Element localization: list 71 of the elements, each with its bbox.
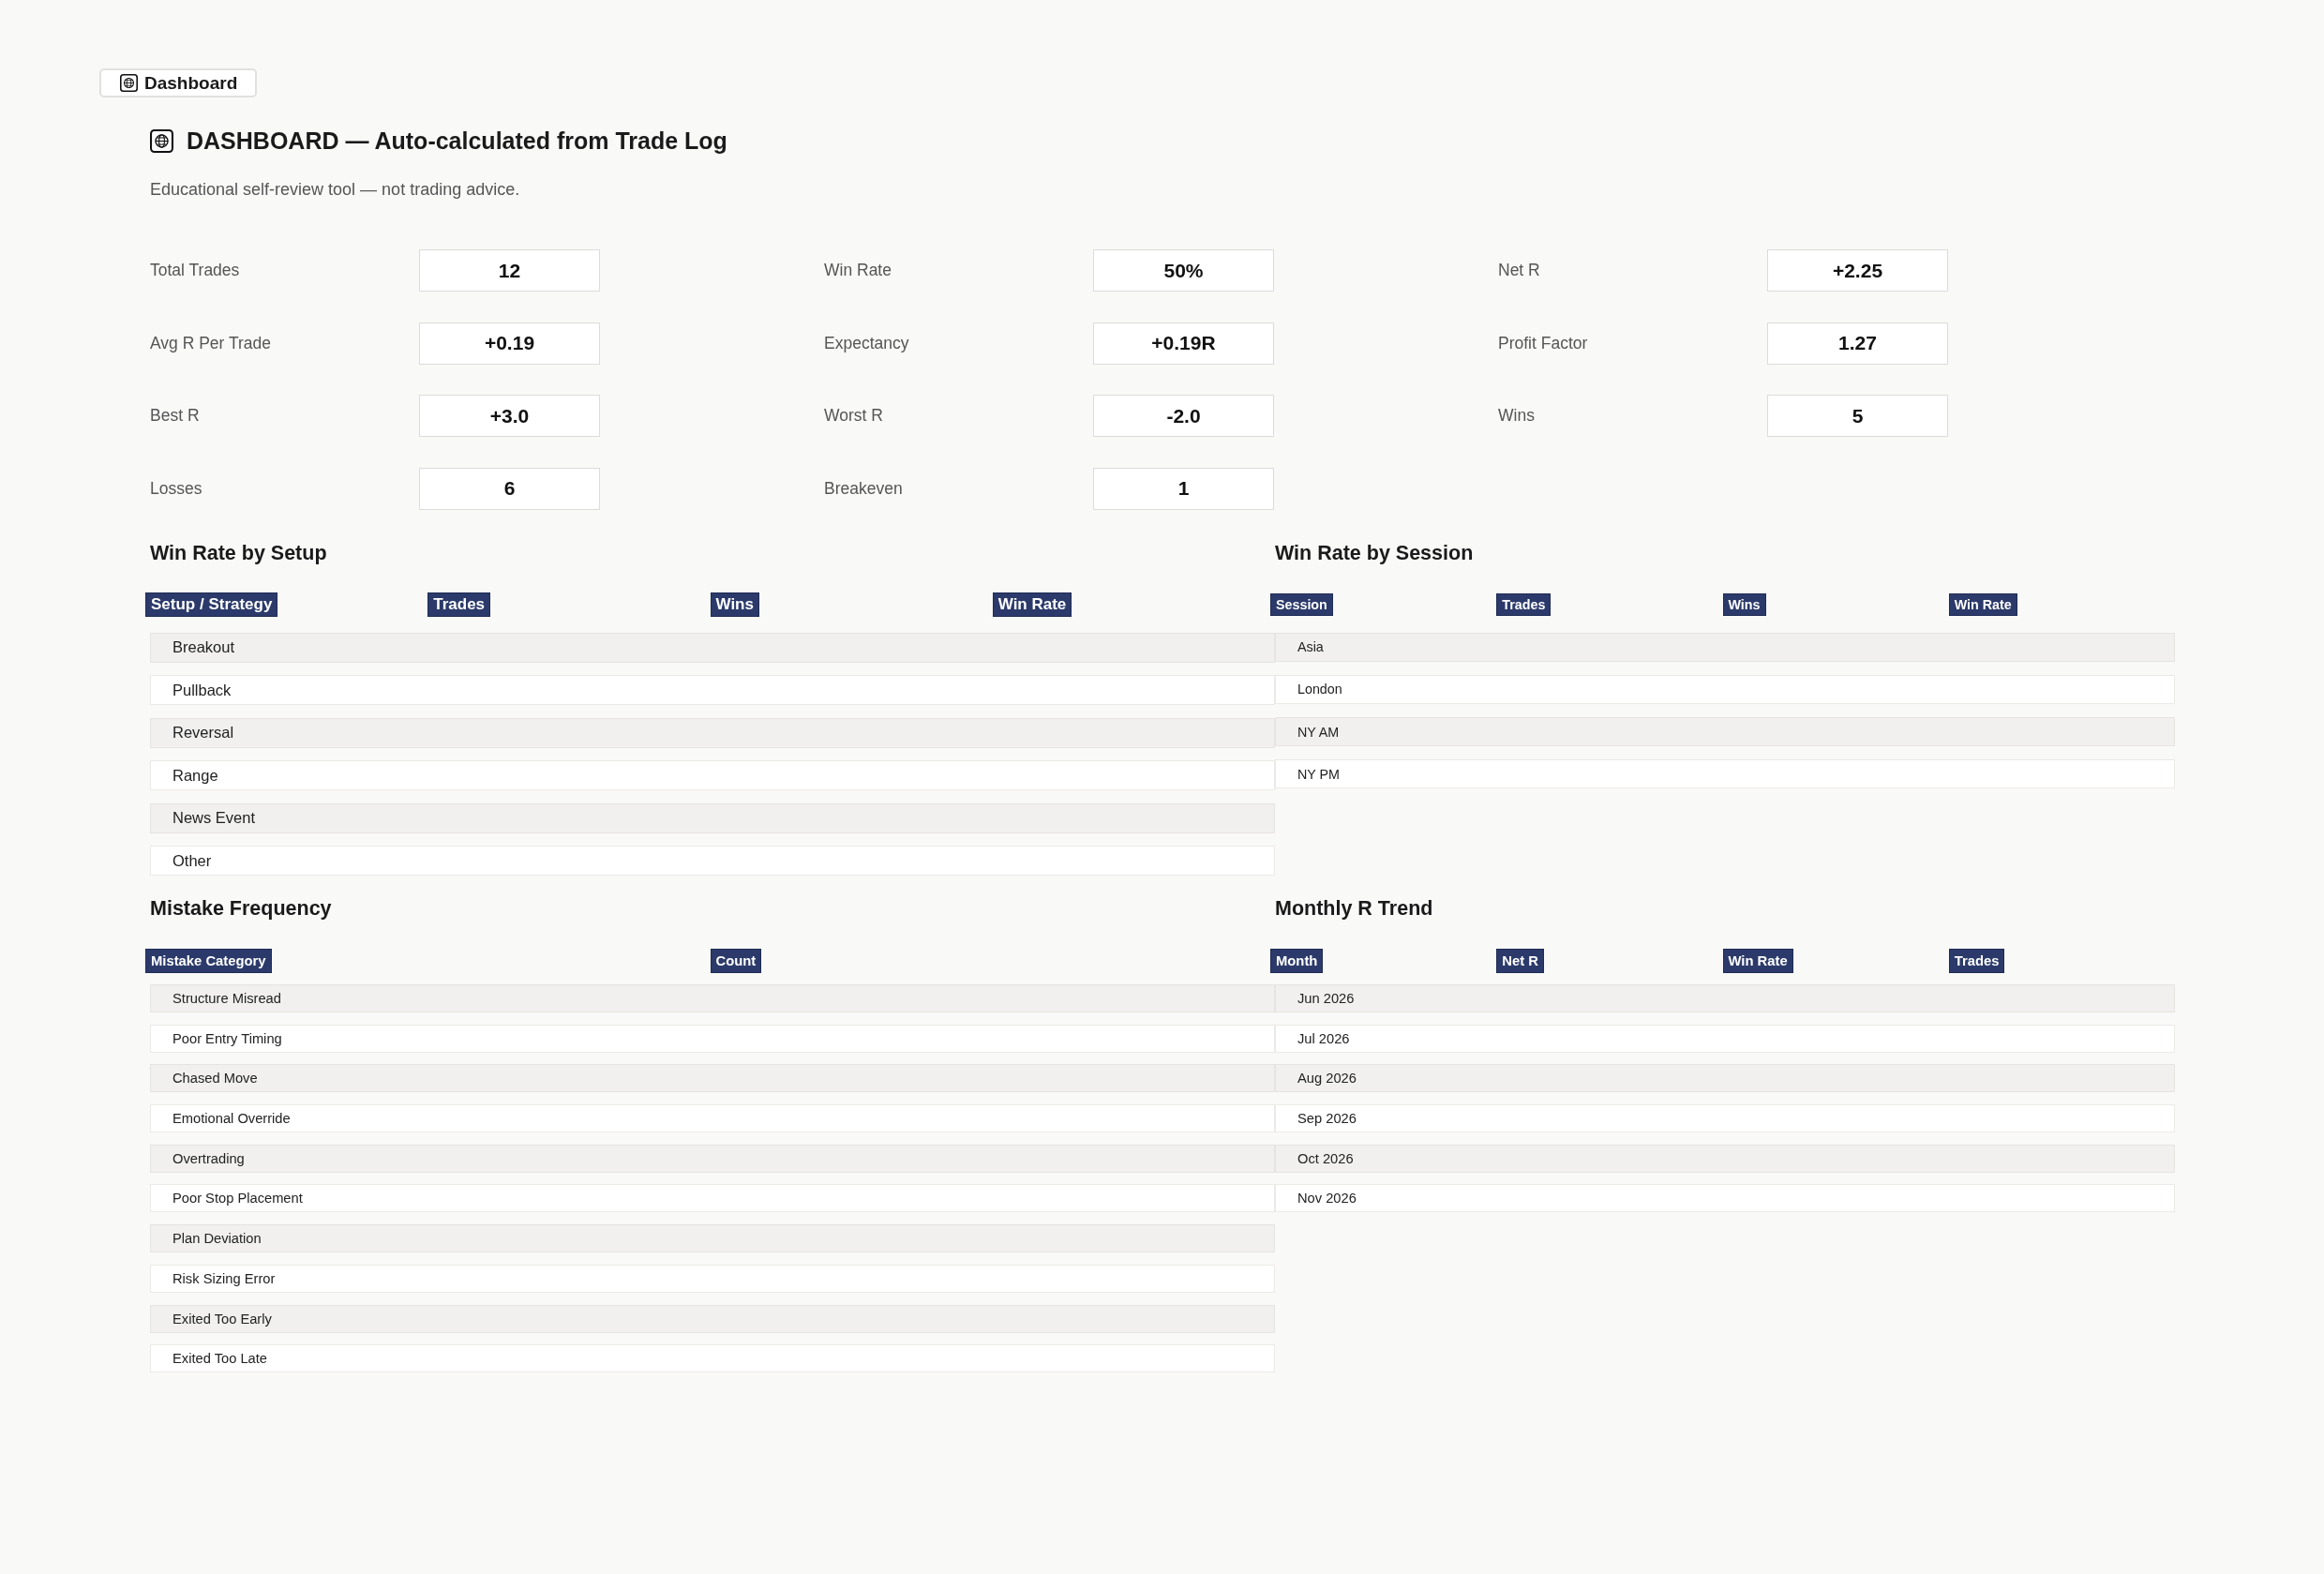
stat-label: Win Rate <box>824 261 892 280</box>
table-cell: London <box>1297 682 1342 697</box>
table-cell: Oct 2026 <box>1297 1150 1354 1166</box>
table-cell: Asia <box>1297 639 1324 654</box>
table-cell: Poor Stop Placement <box>172 1191 303 1207</box>
column-header: Trades <box>1948 949 2005 973</box>
column-header: Month <box>1270 949 1324 973</box>
stat-value: +3.0 <box>419 395 600 437</box>
stat-label: Avg R Per Trade <box>150 333 272 353</box>
column-header: Win Rate <box>1722 949 1793 973</box>
column-header: Session <box>1270 592 1333 616</box>
stat-value: 12 <box>419 249 600 292</box>
section-title: Win Rate by Setup <box>150 540 327 566</box>
table-cell: Plan Deviation <box>172 1231 262 1247</box>
table-cell: News Event <box>172 809 256 827</box>
stat-label: Profit Factor <box>1498 333 1588 353</box>
globe-icon <box>150 128 173 153</box>
column-header: Wins <box>710 592 759 617</box>
column-header: Mistake Category <box>145 949 272 973</box>
column-header: Win Rate <box>992 592 1072 617</box>
stat-label: Best R <box>150 406 200 426</box>
stat-value: 1 <box>1093 467 1274 510</box>
table-cell: Aug 2026 <box>1297 1071 1357 1087</box>
stat-value: +0.19 <box>419 322 600 365</box>
column-header: Net R <box>1496 949 1544 973</box>
table-cell: Structure Misread <box>172 991 281 1006</box>
column-header: Win Rate <box>1948 592 2017 616</box>
table-cell: Breakout <box>172 638 235 656</box>
table-cell: Reversal <box>172 724 234 742</box>
table-cell: NY PM <box>1297 766 1341 782</box>
stat-value: +0.19R <box>1093 322 1274 365</box>
page-subtitle: Educational self-review tool — not trading advice. <box>150 179 520 201</box>
table-cell: Range <box>172 766 218 785</box>
table-cell: Overtrading <box>172 1150 245 1166</box>
table-cell: Exited Too Early <box>172 1311 272 1327</box>
column-header: Setup / Strategy <box>145 592 278 617</box>
stat-value: 5 <box>1767 395 1948 437</box>
stat-value: +2.25 <box>1767 249 1948 292</box>
table-cell: Other <box>172 851 212 870</box>
table-cell: Chased Move <box>172 1071 258 1087</box>
section-title: Monthly R Trend <box>1275 896 1433 922</box>
stat-label: Expectancy <box>824 333 909 353</box>
column-header: Wins <box>1722 592 1766 616</box>
column-header: Trades <box>1496 592 1552 616</box>
dashboard-tab[interactable]: Dashboard <box>99 68 258 97</box>
stat-value: 1.27 <box>1767 322 1948 365</box>
table-cell: Jul 2026 <box>1297 1030 1350 1046</box>
table-cell: Exited Too Late <box>172 1351 267 1367</box>
globe-icon <box>120 74 138 92</box>
stat-value: 6 <box>419 467 600 510</box>
stat-label: Wins <box>1498 406 1535 426</box>
table-cell: Jun 2026 <box>1297 991 1355 1006</box>
table-cell: Nov 2026 <box>1297 1191 1357 1207</box>
stat-label: Total Trades <box>150 261 240 280</box>
table-cell: Risk Sizing Error <box>172 1270 276 1286</box>
stat-value: 50% <box>1093 249 1274 292</box>
stat-label: Losses <box>150 478 202 499</box>
stat-value: -2.0 <box>1093 395 1274 437</box>
table-cell: Emotional Override <box>172 1111 291 1127</box>
stat-label: Worst R <box>824 406 883 426</box>
table-cell: Poor Entry Timing <box>172 1030 282 1046</box>
section-title: Mistake Frequency <box>150 896 332 922</box>
table-cell: Sep 2026 <box>1297 1111 1357 1127</box>
page-title: DASHBOARD — Auto-calculated from Trade Log <box>187 127 727 155</box>
column-header: Count <box>710 949 762 973</box>
stat-label: Net R <box>1498 261 1540 280</box>
section-title: Win Rate by Session <box>1275 540 1474 566</box>
stat-label: Breakeven <box>824 478 903 499</box>
table-cell: Pullback <box>172 681 232 699</box>
column-header: Trades <box>427 592 491 617</box>
table-cell: NY AM <box>1297 724 1340 740</box>
